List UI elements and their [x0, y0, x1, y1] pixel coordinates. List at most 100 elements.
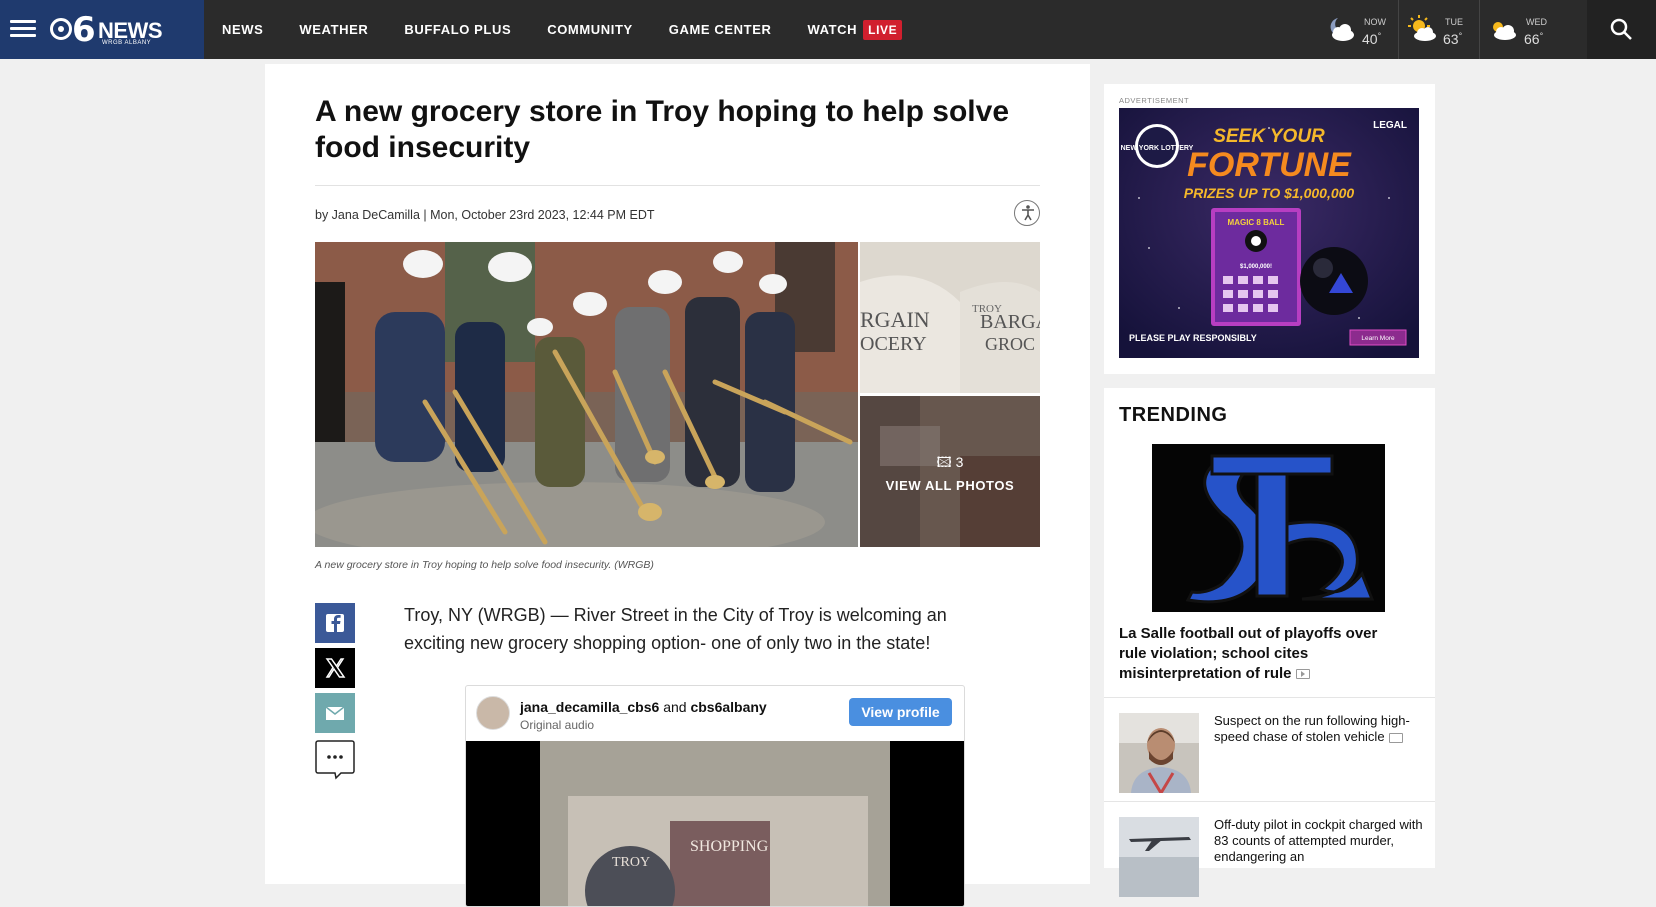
- instagram-audio-label[interactable]: Original audio: [520, 718, 594, 732]
- groundbreaking-photo: [315, 242, 858, 547]
- lottery-ad-graphic: NEW YORK LOTTERY LEGAL SEEK YOUR FORTUNE…: [1119, 108, 1419, 358]
- nav-item-community[interactable]: COMMUNITY: [529, 22, 651, 37]
- svg-text:BARGA: BARGA: [980, 311, 1040, 333]
- weather-wed-label: WED: [1526, 17, 1547, 27]
- lottery-logo-text: NEW YORK LOTTERY: [1121, 145, 1194, 152]
- nav-item-news[interactable]: NEWS: [204, 22, 281, 37]
- lottery-ad[interactable]: NEW YORK LOTTERY LEGAL SEEK YOUR FORTUNE…: [1119, 108, 1419, 358]
- nav-item-watch-label: WATCH: [807, 22, 858, 37]
- weather-wed-temp: 66: [1524, 31, 1543, 47]
- trending-item[interactable]: Suspect on the run following high-speed …: [1119, 713, 1419, 793]
- trending-main-headline[interactable]: La Salle football out of playoffs over r…: [1119, 624, 1409, 684]
- image-icon: [1388, 732, 1403, 743]
- nav-item-game-center[interactable]: GAME CENTER: [651, 22, 790, 37]
- trending-item-thumbnail: [1119, 817, 1199, 897]
- instagram-usernames: jana_decamilla_cbs6 and cbs6albany: [520, 699, 767, 715]
- gallery-thumbnail-1[interactable]: RGAIN OCERY TROY BARGA GROC: [860, 242, 1040, 393]
- photo-count: 🖾 3: [860, 452, 1040, 476]
- trending-separator: [1104, 697, 1435, 698]
- top-navigation-bar: 6 NEWS WRGB ALBANY NEWS WEATHER BUFFALO …: [0, 0, 1656, 59]
- headline-divider: [315, 185, 1040, 186]
- email-share-button[interactable]: [315, 693, 355, 733]
- hamburger-menu-icon[interactable]: [10, 20, 36, 38]
- advertisement-label: ADVERTISEMENT: [1119, 96, 1190, 105]
- article-byline: by Jana DeCamilla | Mon, October 23rd 20…: [315, 208, 655, 222]
- nav-item-watch-live[interactable]: WATCH LIVE: [789, 19, 920, 40]
- ad-responsible-text: PLEASE PLAY RESPONSIBLY: [1129, 333, 1257, 343]
- weather-now[interactable]: NOW 40: [1318, 0, 1399, 59]
- logo-block: 6 NEWS WRGB ALBANY: [0, 0, 204, 59]
- article-headline: A new grocery store in Troy hoping to he…: [315, 95, 1009, 164]
- instagram-user-1[interactable]: jana_decamilla_cbs6: [520, 699, 659, 715]
- trending-item-text: Off-duty pilot in cockpit charged with 8…: [1214, 817, 1424, 865]
- bags-photo: RGAIN OCERY TROY BARGA GROC: [860, 242, 1040, 393]
- trending-main-headline-text: La Salle football out of playoffs over r…: [1119, 625, 1378, 682]
- trending-main-image[interactable]: [1152, 444, 1385, 612]
- logo-six: 6: [72, 10, 96, 50]
- la-salle-logo: [1152, 444, 1385, 612]
- comments-button[interactable]: [315, 738, 355, 780]
- hero-photo[interactable]: [315, 242, 858, 547]
- instagram-video-frame: TROY SHOPPING: [540, 741, 890, 906]
- ad-prizes-text: PRIZES UP TO $1,000,000: [1184, 185, 1355, 201]
- weather-tue[interactable]: TUE 63: [1399, 0, 1480, 59]
- night-cloudy-icon: [1330, 18, 1354, 41]
- photo-caption: A new grocery store in Troy hoping to he…: [315, 559, 654, 571]
- live-badge: LIVE: [863, 19, 903, 40]
- instagram-avatar[interactable]: [476, 696, 510, 730]
- article-card: A new grocery store in Troy hoping to he…: [265, 64, 1090, 907]
- trending-title: TRENDING: [1119, 404, 1228, 426]
- partly-sunny-icon: [1408, 15, 1436, 41]
- facebook-icon: [326, 614, 344, 632]
- comment-bubble-icon: [315, 740, 355, 780]
- view-profile-button[interactable]: View profile: [849, 698, 952, 726]
- instagram-video[interactable]: TROY SHOPPING: [466, 741, 964, 906]
- weather-widget[interactable]: NOW 40 TUE 63 WED 66: [1318, 0, 1560, 59]
- instagram-user-2[interactable]: cbs6albany: [690, 699, 766, 715]
- accessibility-button[interactable]: [1014, 200, 1040, 226]
- accessibility-icon: [1022, 205, 1034, 221]
- share-bar: [315, 603, 355, 783]
- video-icon: [1295, 669, 1310, 680]
- cbs6-news-logo[interactable]: 6 NEWS WRGB ALBANY: [50, 10, 180, 50]
- store-sign-video-frame: TROY SHOPPING: [540, 741, 890, 906]
- search-button[interactable]: [1587, 0, 1656, 59]
- article-body-paragraph: Troy, NY (WRGB) — River Street in the Ci…: [404, 605, 947, 653]
- weather-tue-label: TUE: [1445, 17, 1463, 27]
- svg-text:RGAIN: RGAIN: [860, 307, 930, 332]
- facebook-share-button[interactable]: [315, 603, 355, 643]
- suspect-photo: [1119, 713, 1199, 793]
- trending-separator: [1104, 801, 1435, 802]
- view-all-photos-link[interactable]: VIEW ALL PHOTOS: [860, 478, 1040, 493]
- x-icon: [325, 658, 346, 678]
- trending-item[interactable]: Off-duty pilot in cockpit charged with 8…: [1119, 817, 1423, 897]
- ad-seek-text: SEEK YOUR: [1213, 126, 1325, 147]
- nav-item-buffalo-plus[interactable]: BUFFALO PLUS: [386, 22, 529, 37]
- nav-item-weather[interactable]: WEATHER: [281, 22, 386, 37]
- photo-count-number: 3: [955, 454, 964, 470]
- cbs-eye-icon: [50, 18, 72, 40]
- ad-legal-text: LEGAL: [1373, 120, 1407, 131]
- trending-item-headline: Suspect on the run following high-speed …: [1214, 713, 1410, 744]
- weather-tue-temp: 63: [1443, 31, 1462, 47]
- main-nav: NEWS WEATHER BUFFALO PLUS COMMUNITY GAME…: [204, 0, 920, 59]
- trending-item-thumbnail: [1119, 713, 1199, 793]
- svg-text:GROC: GROC: [985, 334, 1035, 354]
- trending-item-headline: Off-duty pilot in cockpit charged with 8…: [1214, 817, 1423, 864]
- x-share-button[interactable]: [315, 648, 355, 688]
- gallery-thumbnail-2[interactable]: 🖾 3 VIEW ALL PHOTOS: [860, 396, 1040, 547]
- ticket-title: MAGIC 8 BALL: [1228, 218, 1285, 227]
- weather-wed[interactable]: WED 66: [1480, 0, 1560, 59]
- frame-text-shopping: SHOPPING: [690, 838, 769, 855]
- partly-sunny-icon: [1493, 22, 1516, 40]
- advertisement-box: ADVERTISEMENT NEW YORK LOTTERY LEGAL SEE…: [1104, 84, 1435, 374]
- svg-text:OCERY: OCERY: [860, 333, 927, 355]
- trending-item-text: Suspect on the run following high-speed …: [1214, 713, 1424, 745]
- photo-gallery-icon: 🖾: [936, 454, 952, 470]
- instagram-and: and: [663, 699, 687, 715]
- ticket-amount: $1,000,000!: [1240, 264, 1272, 270]
- search-icon: [1610, 18, 1632, 40]
- ad-learn-more: Learn More: [1361, 335, 1395, 342]
- logo-subtitle: WRGB ALBANY: [102, 40, 152, 46]
- instagram-embed: jana_decamilla_cbs6 and cbs6albany Origi…: [465, 685, 965, 907]
